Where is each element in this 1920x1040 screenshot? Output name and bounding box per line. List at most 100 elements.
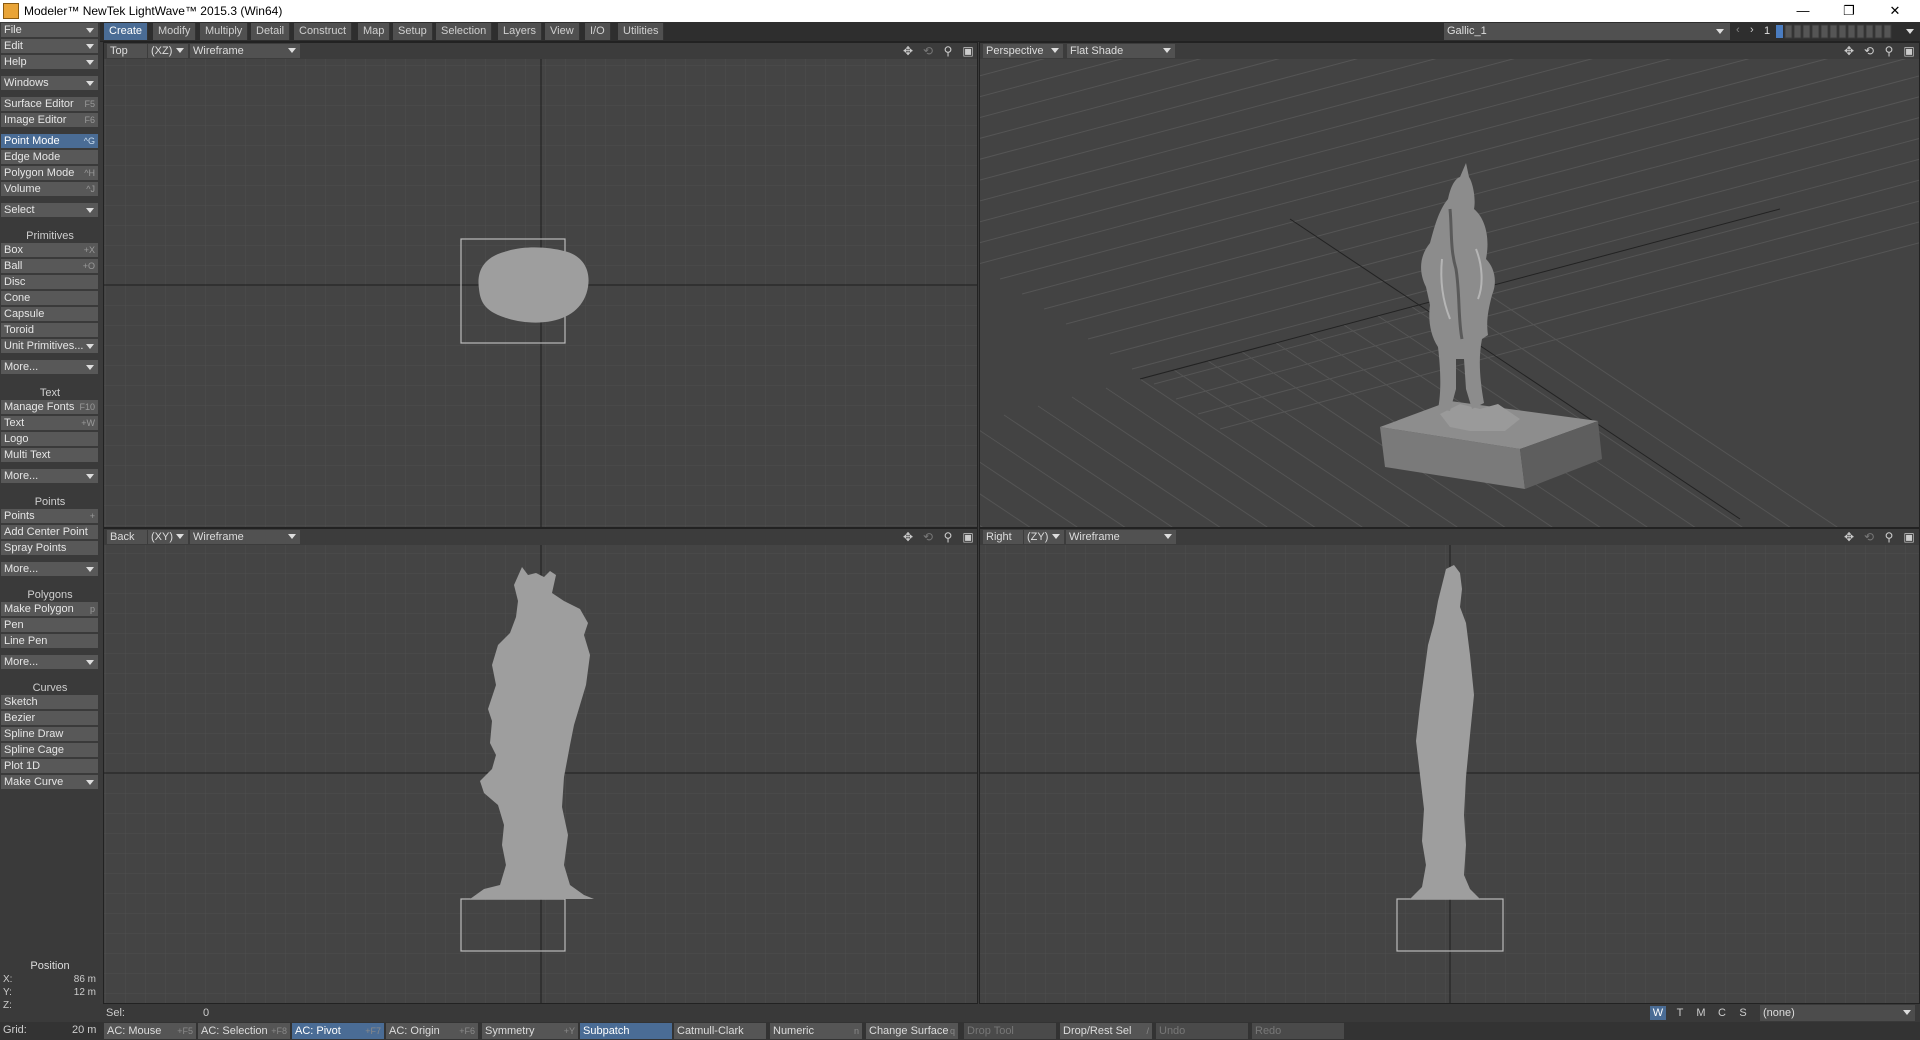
top-view-graphic[interactable] (104, 59, 978, 528)
change-surface-button[interactable]: Change Surface q (866, 1023, 958, 1039)
ac-pivot-button[interactable]: AC: Pivot +F7 (292, 1023, 384, 1039)
spline-draw-button[interactable]: Spline Draw (1, 727, 98, 742)
surface-editor-button[interactable]: Surface Editor F5 (1, 97, 98, 112)
spline-cage-button[interactable]: Spline Cage (1, 743, 98, 758)
spray-points-button[interactable]: Spray Points (1, 541, 98, 556)
viewport-right[interactable]: Right (ZY) Wireframe ✥ ⟲ ⚲ ▣ (979, 528, 1920, 1004)
view-axis-dropdown[interactable]: (XZ) (148, 44, 188, 58)
rotate-icon[interactable]: ⟲ (1862, 44, 1876, 58)
next-layer-icon[interactable]: › (1750, 24, 1754, 36)
polygons-more-menu[interactable]: More... (1, 655, 98, 670)
shading-dropdown[interactable]: Wireframe (190, 44, 300, 58)
selection-set-toggle[interactable]: S (1735, 1006, 1751, 1020)
rotate-icon[interactable]: ⟲ (921, 530, 935, 544)
object-selector[interactable]: Gallic_1 (1444, 23, 1730, 40)
tab-create[interactable]: Create (104, 23, 149, 40)
subpatch-button[interactable]: Subpatch (580, 1023, 672, 1039)
image-editor-button[interactable]: Image Editor F6 (1, 113, 98, 128)
tab-map[interactable]: Map (358, 23, 391, 40)
help-menu[interactable]: Help (1, 55, 98, 70)
windows-menu[interactable]: Windows (1, 76, 98, 91)
pan-icon[interactable]: ✥ (901, 44, 915, 58)
viewport-top[interactable]: Top (XZ) Wireframe ✥ ⟲ ⚲ ▣ (103, 42, 978, 528)
points-tool-button[interactable]: Points + (1, 509, 98, 524)
pan-icon[interactable]: ✥ (1842, 44, 1856, 58)
ball-tool-button[interactable]: Ball +O (1, 259, 98, 274)
shading-dropdown[interactable]: Wireframe (1066, 530, 1176, 544)
zoom-icon[interactable]: ⚲ (941, 44, 955, 58)
maximize-viewport-icon[interactable]: ▣ (1902, 44, 1916, 58)
tab-setup[interactable]: Setup (393, 23, 433, 40)
maximize-viewport-icon[interactable]: ▣ (961, 44, 975, 58)
volume-mode-button[interactable]: Volume ^J (1, 182, 98, 197)
plot-1d-button[interactable]: Plot 1D (1, 759, 98, 774)
edit-menu[interactable]: Edit (1, 39, 98, 54)
zoom-icon[interactable]: ⚲ (1882, 44, 1896, 58)
box-tool-button[interactable]: Box +X (1, 243, 98, 258)
manage-fonts-button[interactable]: Manage Fonts F10 (1, 400, 98, 415)
viewport-right-canvas[interactable] (980, 545, 1919, 1003)
view-axis-dropdown[interactable]: (ZY) (1024, 530, 1064, 544)
make-polygon-button[interactable]: Make Polygon p (1, 602, 98, 617)
minimize-button[interactable]: — (1780, 0, 1826, 22)
tab-layers[interactable]: Layers (498, 23, 543, 40)
color-map-toggle[interactable]: C (1714, 1006, 1730, 1020)
viewport-back[interactable]: Back (XY) Wireframe ✥ ⟲ ⚲ ▣ (103, 528, 978, 1004)
rotate-icon[interactable]: ⟲ (921, 44, 935, 58)
multi-text-button[interactable]: Multi Text (1, 448, 98, 463)
tab-utilities[interactable]: Utilities (618, 23, 665, 40)
zoom-icon[interactable]: ⚲ (941, 530, 955, 544)
text-tool-button[interactable]: Text +W (1, 416, 98, 431)
sketch-tool-button[interactable]: Sketch (1, 695, 98, 710)
shading-dropdown[interactable]: Flat Shade (1067, 44, 1175, 58)
layer-menu-icon[interactable] (1906, 29, 1914, 34)
close-button[interactable]: ✕ (1872, 0, 1918, 22)
toroid-tool-button[interactable]: Toroid (1, 323, 98, 338)
right-view-graphic[interactable] (980, 545, 1920, 1004)
drop-tool-button[interactable]: Drop Tool (964, 1023, 1056, 1039)
select-menu[interactable]: Select (1, 203, 98, 218)
pan-icon[interactable]: ✥ (1842, 530, 1856, 544)
point-mode-button[interactable]: Point Mode ^G (1, 134, 98, 149)
unit-primitives-menu[interactable]: Unit Primitives... (1, 339, 98, 354)
logo-tool-button[interactable]: Logo (1, 432, 98, 447)
view-type-dropdown[interactable]: Right (983, 530, 1023, 544)
bezier-tool-button[interactable]: Bezier (1, 711, 98, 726)
layer-slots-graphic[interactable] (1776, 24, 1902, 39)
view-type-dropdown[interactable]: Top (107, 44, 147, 58)
undo-button[interactable]: Undo (1156, 1023, 1248, 1039)
layer-bank[interactable] (1776, 24, 1902, 39)
pan-icon[interactable]: ✥ (901, 530, 915, 544)
add-center-point-button[interactable]: Add Center Point (1, 525, 98, 540)
morph-map-toggle[interactable]: M (1693, 1006, 1709, 1020)
tab-selection[interactable]: Selection (436, 23, 493, 40)
numeric-button[interactable]: Numeric n (770, 1023, 862, 1039)
edge-mode-button[interactable]: Edge Mode (1, 150, 98, 165)
vertex-map-dropdown[interactable]: (none) (1760, 1005, 1915, 1021)
viewport-perspective-canvas[interactable] (980, 43, 1919, 527)
tab-detail[interactable]: Detail (251, 23, 291, 40)
catmull-clark-button[interactable]: Catmull-Clark (674, 1023, 766, 1039)
polygon-mode-button[interactable]: Polygon Mode ^H (1, 166, 98, 181)
view-type-dropdown[interactable]: Back (107, 530, 147, 544)
view-axis-dropdown[interactable]: (XY) (148, 530, 188, 544)
viewport-back-canvas[interactable] (104, 545, 977, 1003)
maximize-button[interactable]: ❐ (1826, 0, 1872, 22)
tab-multiply[interactable]: Multiply (200, 23, 249, 40)
primitives-more-menu[interactable]: More... (1, 360, 98, 375)
make-curve-menu[interactable]: Make Curve (1, 775, 98, 790)
drop-rest-sel-button[interactable]: Drop/Rest Sel / (1060, 1023, 1152, 1039)
pen-tool-button[interactable]: Pen (1, 618, 98, 633)
tab-modify[interactable]: Modify (153, 23, 197, 40)
tab-i-o[interactable]: I/O (585, 23, 611, 40)
tab-construct[interactable]: Construct (294, 23, 353, 40)
texture-map-toggle[interactable]: T (1672, 1006, 1688, 1020)
prev-layer-icon[interactable]: ‹ (1736, 24, 1740, 36)
line-pen-button[interactable]: Line Pen (1, 634, 98, 649)
weight-map-toggle[interactable]: W (1650, 1006, 1666, 1020)
rotate-icon[interactable]: ⟲ (1862, 530, 1876, 544)
disc-tool-button[interactable]: Disc (1, 275, 98, 290)
viewport-top-canvas[interactable] (104, 59, 977, 527)
text-more-menu[interactable]: More... (1, 469, 98, 484)
redo-button[interactable]: Redo (1252, 1023, 1344, 1039)
